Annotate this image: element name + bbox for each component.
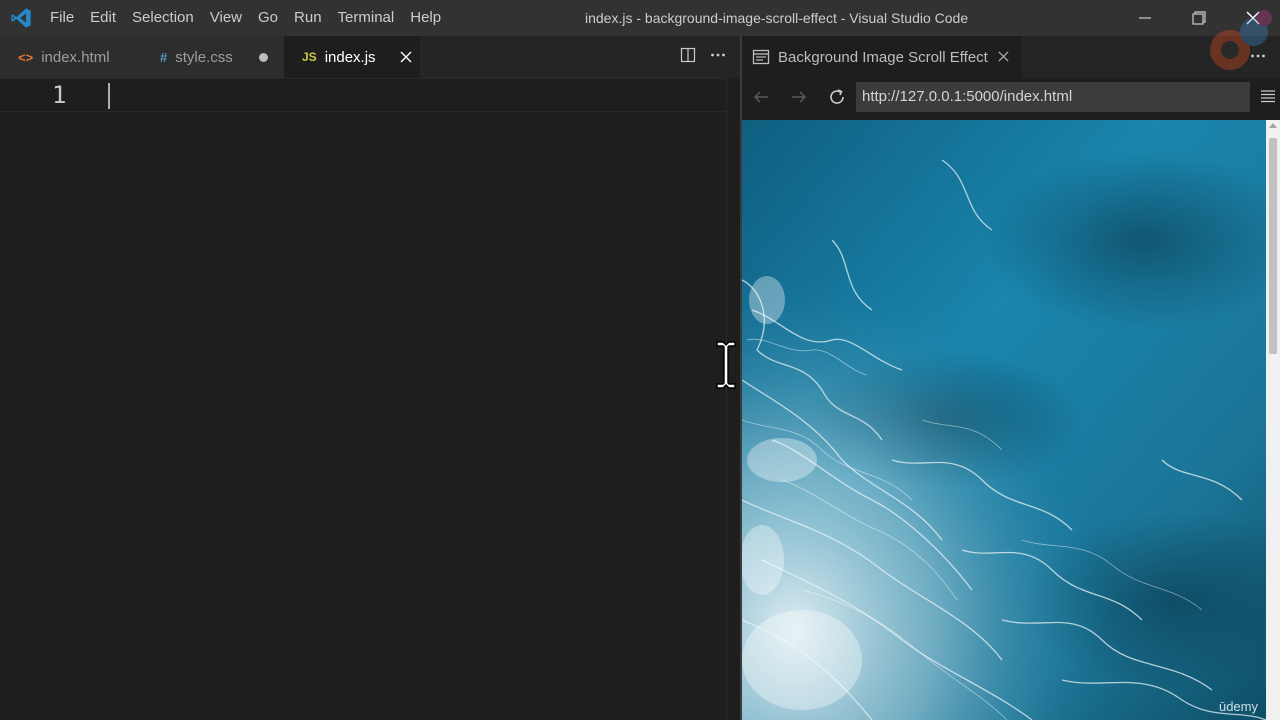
close-preview-tab-button[interactable] [998, 49, 1009, 66]
brand-logo-icon [1210, 10, 1272, 70]
hamburger-menu-icon [1261, 90, 1275, 103]
url-input[interactable]: http://127.0.0.1:5000/index.html [856, 82, 1250, 112]
udemy-watermark: ūdemy [1218, 699, 1258, 714]
menu-terminal[interactable]: Terminal [330, 0, 403, 36]
arrow-right-icon [792, 91, 807, 103]
scroll-up-arrow-icon[interactable] [1269, 123, 1277, 128]
preview-tab-title: Background Image Scroll Effect [778, 48, 988, 66]
reload-button[interactable] [818, 78, 856, 116]
menu-file[interactable]: File [42, 0, 82, 36]
menu-edit[interactable]: Edit [82, 0, 124, 36]
tab-label: index.js [324, 48, 376, 66]
editor-actions [680, 36, 726, 78]
preview-icon [752, 49, 770, 65]
vscode-logo-icon[interactable] [10, 7, 32, 29]
ibeam-cursor-icon [716, 341, 736, 389]
menu-help[interactable]: Help [402, 0, 449, 36]
minimize-icon [1139, 17, 1151, 19]
browser-menu-button[interactable] [1260, 88, 1276, 109]
close-icon [998, 50, 1009, 62]
title-bar: File Edit Selection View Go Run Terminal… [0, 0, 1280, 36]
menu-view[interactable]: View [202, 0, 250, 36]
code-editor[interactable]: 1 [0, 78, 741, 720]
back-button[interactable] [742, 78, 780, 116]
forward-button[interactable] [780, 78, 818, 116]
tab-index-html[interactable]: <> index.html [0, 36, 142, 78]
tab-browser-preview[interactable]: Background Image Scroll Effect [742, 36, 1022, 78]
arrow-left-icon [753, 91, 768, 103]
refresh-icon [830, 89, 844, 104]
tab-label: index.html [41, 48, 110, 66]
css-file-icon: # [160, 49, 168, 65]
html-file-icon: <> [18, 49, 34, 65]
menu-run[interactable]: Run [286, 0, 330, 36]
viewport-scroll-thumb[interactable] [1269, 138, 1277, 354]
viewport-scrollbar[interactable] [1266, 120, 1280, 720]
editor-tab-bar: <> index.html # style.css JS index.js [0, 36, 740, 78]
minimize-button[interactable] [1118, 0, 1172, 36]
menu-bar: File Edit Selection View Go Run Terminal… [42, 0, 449, 36]
more-actions-button[interactable] [710, 47, 726, 68]
close-tab-button[interactable] [400, 49, 412, 65]
tab-label: style.css [175, 48, 233, 66]
browser-preview: Background Image Scroll Effect http://12… [742, 36, 1280, 720]
split-editor-icon [680, 47, 696, 62]
menu-selection[interactable]: Selection [124, 0, 202, 36]
tab-index-js[interactable]: JS index.js [284, 36, 420, 78]
editor-group: <> index.html # style.css JS index.js 1 [0, 36, 741, 720]
split-editor-button[interactable] [680, 47, 696, 68]
ocean-background-image [742, 120, 1266, 720]
close-icon [400, 51, 412, 63]
ellipsis-icon [711, 53, 725, 56]
tab-style-css[interactable]: # style.css [142, 36, 284, 78]
line-number: 1 [52, 81, 67, 109]
unsaved-dot-icon[interactable] [257, 49, 270, 65]
text-cursor [108, 83, 110, 109]
menu-go[interactable]: Go [250, 0, 286, 36]
js-file-icon: JS [302, 50, 317, 64]
page-viewport[interactable]: ūdemy [742, 120, 1266, 720]
editor-scrollbar[interactable] [726, 78, 741, 720]
